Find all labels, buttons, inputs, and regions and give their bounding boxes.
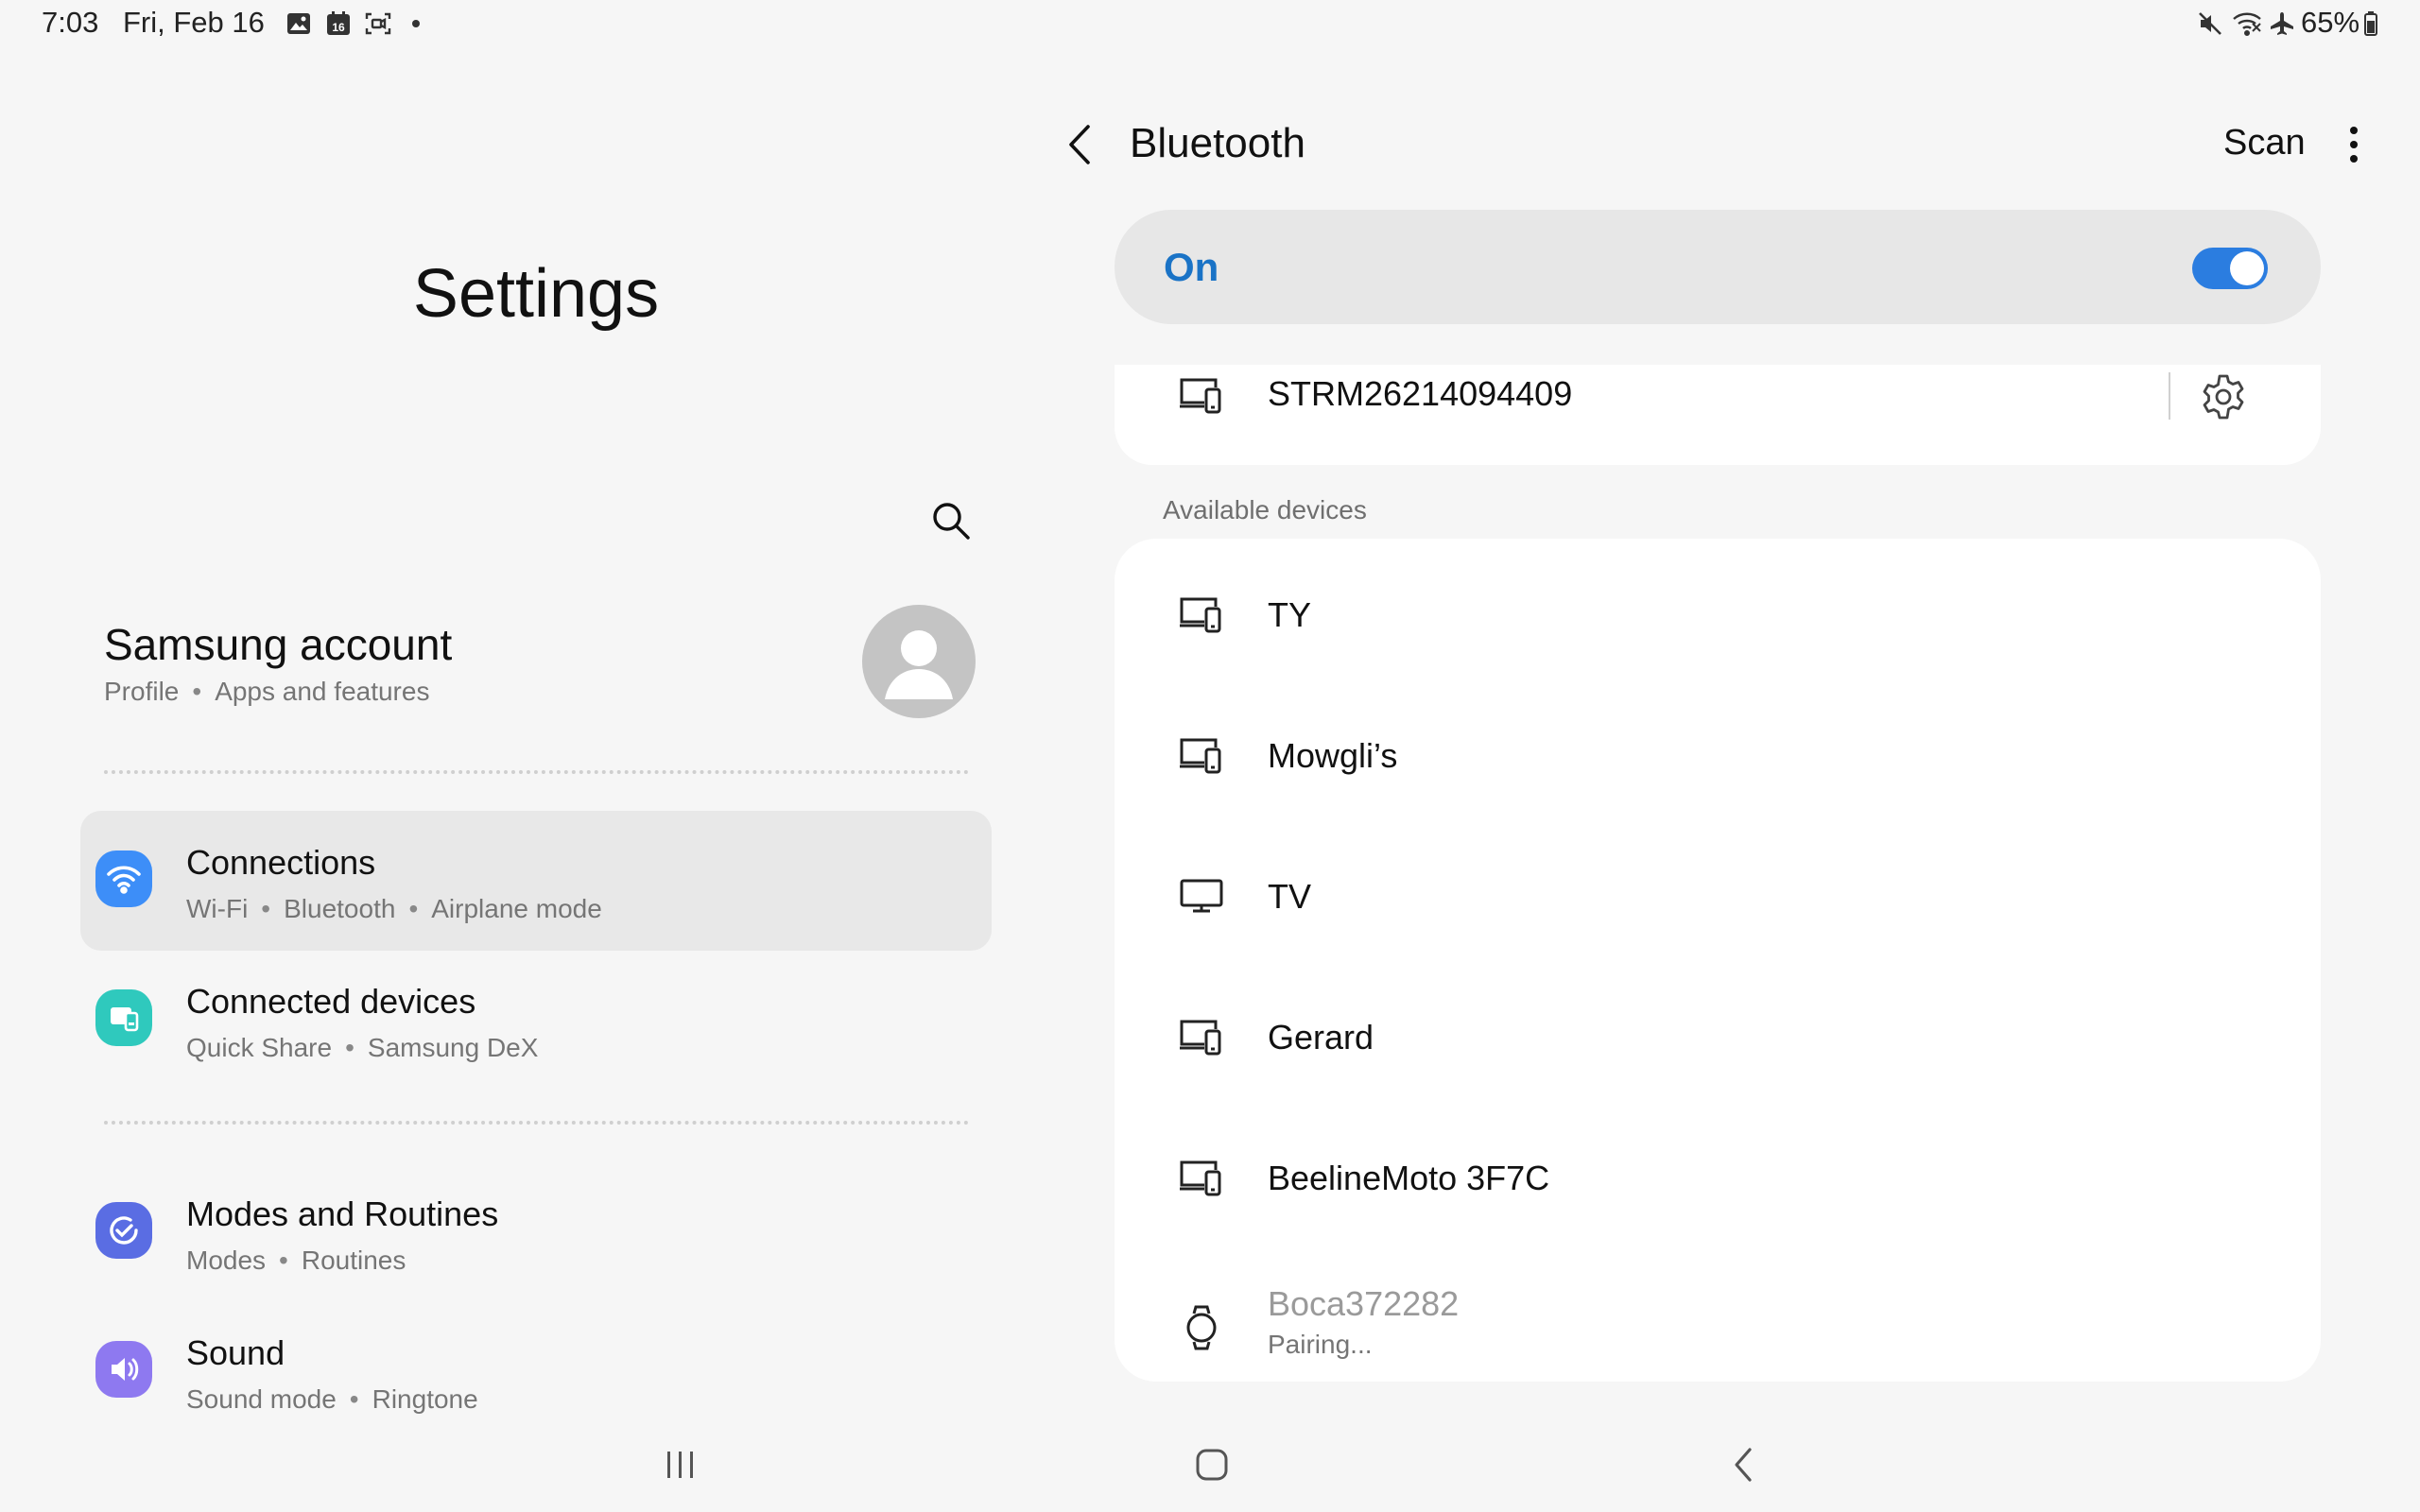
device-name: Boca372282 [1268,1284,1460,1323]
back-icon [1735,1448,1752,1482]
device-name: TV [1268,877,1312,916]
device-row-tv[interactable]: TV [1115,832,2321,964]
account-sub-profile: Profile [104,677,180,706]
device-name: Gerard [1268,1018,1374,1057]
row-separator [2169,372,2170,420]
paired-device-row[interactable]: STRM26214094409 [1115,365,2321,465]
account-sub-apps: Apps and features [215,677,430,706]
chevron-left-icon [1069,125,1090,164]
device-name: Mowgli’s [1268,736,1398,775]
device-status: Pairing... [1268,1330,1373,1359]
device-settings-button[interactable] [2195,369,2252,425]
phone-laptop-icon [1175,588,1228,641]
menu-item-modes-routines[interactable]: Modes and Routines Modes • Routines [80,1162,992,1302]
menu-item-title: Connected devices [186,982,476,1021]
menu-item-subtitle: Sound mode • Ringtone [186,1384,478,1414]
menu-item-subtitle: Quick Share • Samsung DeX [186,1033,539,1062]
device-row-beelinemoto[interactable]: BeelineMoto 3F7C [1115,1113,2321,1246]
menu-item-connected-devices[interactable]: Connected devices Quick Share • Samsung De… [80,950,992,1090]
menu-item-sound[interactable]: Sound Sound mode • Ringtone [80,1301,992,1441]
more-options-button[interactable] [2335,118,2373,171]
battery-icon [2363,9,2378,38]
device-name: BeelineMoto 3F7C [1268,1159,1550,1197]
status-bar: 7:03 Fri, Feb 16 16 65% [0,0,2420,49]
switch-knob [2230,251,2264,285]
device-row-boca[interactable]: Boca372282 Pairing... [1115,1254,2321,1377]
available-devices-header: Available devices [1163,495,1367,524]
wifi-off-icon [2231,9,2263,38]
bluetooth-switch[interactable] [2192,248,2268,289]
samsung-account-subtitle: Profile • Apps and features [104,677,430,706]
tv-icon [1175,869,1228,922]
sound-icon [95,1341,152,1398]
paired-device-name: STRM26214094409 [1268,374,1573,413]
page-title: Settings [412,256,660,332]
recents-button[interactable] [643,1441,718,1488]
device-row-gerard[interactable]: Gerard [1115,972,2321,1105]
toggle-label: On [1164,245,1219,289]
device-name: TY [1268,595,1312,634]
mute-icon [2195,9,2225,38]
home-icon [1196,1449,1228,1481]
section-divider [104,1121,969,1125]
search-icon [933,503,970,540]
wifi-icon [95,850,152,907]
menu-item-title: Modes and Routines [186,1194,499,1233]
samsung-account-title[interactable]: Samsung account [104,619,452,670]
recents-icon [667,1452,693,1478]
watch-icon [1175,1301,1228,1354]
battery-percentage: 65% [2301,6,2360,39]
avatar[interactable] [862,605,976,718]
device-row-ty[interactable]: TY [1115,550,2321,682]
scan-button[interactable]: Scan [2223,123,2306,163]
section-divider [104,770,969,774]
phone-laptop-icon [1175,1010,1228,1063]
available-devices-list: TY Mowgli’s TV Gerard BeelineMoto 3F7C B… [1115,539,2321,1382]
phone-laptop-icon [1175,1151,1228,1204]
menu-item-subtitle: Wi-Fi • Bluetooth • Airplane mode [186,894,602,923]
home-button[interactable] [1174,1441,1250,1488]
back-button[interactable] [1059,118,1100,171]
screen-recorder-icon [363,9,393,38]
airplane-icon [2267,9,2297,38]
nav-back-button[interactable] [1705,1441,1781,1488]
gear-icon [2203,374,2244,420]
status-time: 7:03 [42,6,99,39]
search-button[interactable] [926,496,976,545]
connected-devices-icon [95,989,152,1046]
bluetooth-title: Bluetooth [1130,120,1305,166]
device-row-mowglis[interactable]: Mowgli’s [1115,691,2321,823]
menu-item-title: Sound [186,1333,285,1372]
modes-routines-icon [95,1202,152,1259]
bluetooth-toggle-card[interactable]: On [1115,210,2321,324]
menu-item-subtitle: Modes • Routines [186,1246,406,1275]
phone-laptop-icon [1175,729,1228,782]
status-date: Fri, Feb 16 [123,6,265,39]
menu-item-connections[interactable]: Connections Wi-Fi • Bluetooth • Airplane mod… [80,811,992,951]
more-vertical-icon [2350,127,2358,163]
person-icon [885,630,953,699]
calendar-day: 16 [332,21,345,34]
phone-laptop-icon [1175,369,1228,421]
dot-icon [408,9,424,38]
gallery-icon [284,9,314,38]
menu-item-title: Connections [186,843,376,882]
calendar-icon: 16 [323,9,354,38]
